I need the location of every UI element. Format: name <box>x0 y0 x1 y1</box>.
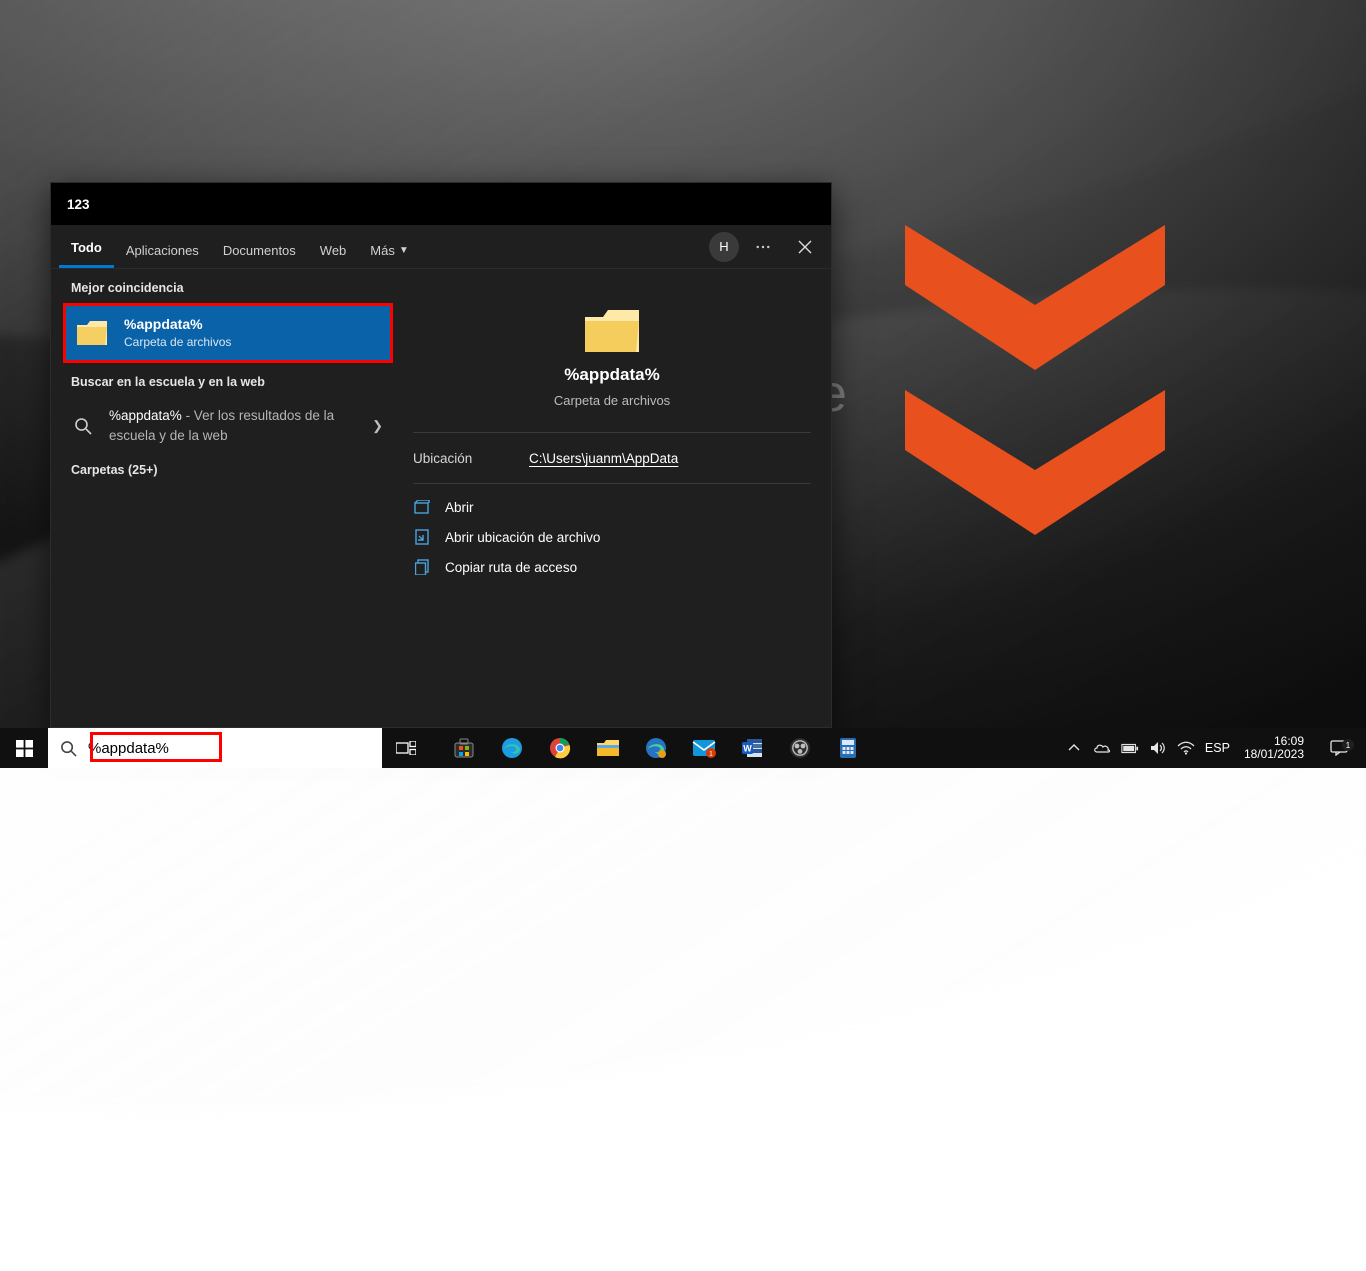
tab-label: Más <box>370 243 395 258</box>
chevron-down-icon: ▼ <box>399 245 409 256</box>
search-detail-pane: %appdata% Carpeta de archivos Ubicación … <box>393 269 831 727</box>
chevron-right-icon: ❯ <box>372 418 383 434</box>
divider <box>413 432 811 433</box>
result-text: %appdata% Carpeta de archivos <box>124 316 231 350</box>
folder-icon <box>581 305 643 357</box>
app-file-explorer[interactable] <box>584 728 632 768</box>
close-button[interactable] <box>787 229 823 265</box>
tab-apps[interactable]: Aplicaciones <box>114 233 211 268</box>
tab-label: Aplicaciones <box>126 243 199 258</box>
search-tabs-row: Todo Aplicaciones Documentos Web Más ▼ H <box>51 225 831 269</box>
app-calculator[interactable] <box>824 728 872 768</box>
app-chrome[interactable] <box>536 728 584 768</box>
taskbar-search-input[interactable] <box>88 728 382 768</box>
tray-overflow-button[interactable] <box>1065 739 1083 757</box>
tab-web[interactable]: Web <box>308 233 359 268</box>
action-open[interactable]: Abrir <box>413 492 811 522</box>
best-match-result[interactable]: %appdata% Carpeta de archivos <box>63 303 393 363</box>
app-mail[interactable]: 1 <box>680 728 728 768</box>
copy-icon <box>413 559 431 575</box>
clock[interactable]: 16:09 18/01/2023 <box>1240 735 1308 761</box>
wallpaper-chevron-icon <box>905 225 1165 375</box>
wallpaper-chevron-icon <box>905 390 1165 540</box>
search-icon <box>71 408 95 444</box>
taskbar-systray: ESP 16:09 18/01/2023 1 <box>1065 728 1366 768</box>
tab-more[interactable]: Más ▼ <box>358 233 420 268</box>
wifi-icon[interactable] <box>1177 739 1195 757</box>
taskbar-pinned-apps: 1 W <box>430 728 872 768</box>
search-header: 123 <box>51 183 831 225</box>
detail-location-row: Ubicación C:\Users\juanm\AppData <box>413 441 811 475</box>
svg-text:W: W <box>743 744 752 754</box>
tab-label: Documentos <box>223 243 296 258</box>
folders-label: Carpetas (25+) <box>63 455 393 485</box>
search-header-title: 123 <box>67 197 90 212</box>
location-label: Ubicación <box>413 451 529 466</box>
tab-documents[interactable]: Documentos <box>211 233 308 268</box>
open-icon <box>413 500 431 514</box>
detail-subtitle: Carpeta de archivos <box>554 393 670 408</box>
action-label: Copiar ruta de acceso <box>445 560 577 575</box>
app-edge[interactable] <box>488 728 536 768</box>
svg-text:1: 1 <box>709 751 713 758</box>
app-word[interactable]: W <box>728 728 776 768</box>
notification-badge: 1 <box>1342 739 1354 751</box>
detail-header: %appdata% Carpeta de archivos <box>413 287 811 424</box>
app-obs[interactable] <box>776 728 824 768</box>
web-search-label: Buscar en la escuela y en la web <box>63 363 393 397</box>
detail-title: %appdata% <box>564 365 659 385</box>
account-initial: H <box>719 239 728 254</box>
volume-icon[interactable] <box>1149 739 1167 757</box>
divider <box>413 483 811 484</box>
account-button[interactable]: H <box>709 232 739 262</box>
start-button[interactable] <box>0 728 48 768</box>
app-microsoft-store[interactable] <box>440 728 488 768</box>
search-body: Mejor coincidencia %appdata% Carpeta de … <box>51 269 831 727</box>
location-link[interactable]: C:\Users\juanm\AppData <box>529 451 678 466</box>
tab-label: Web <box>320 243 347 258</box>
language-indicator[interactable]: ESP <box>1205 741 1230 755</box>
taskbar: 1 W ESP 16:09 18/01/2023 1 <box>0 728 1366 768</box>
app-edge-dev[interactable] <box>632 728 680 768</box>
best-match-label: Mejor coincidencia <box>63 279 393 303</box>
task-view-button[interactable] <box>382 728 430 768</box>
more-options-button[interactable] <box>745 229 781 265</box>
systray-icons <box>1065 739 1195 757</box>
tab-all[interactable]: Todo <box>59 230 114 268</box>
folder-icon <box>74 315 110 351</box>
battery-icon[interactable] <box>1121 739 1139 757</box>
action-open-location[interactable]: Abrir ubicación de archivo <box>413 522 811 552</box>
web-result-text: %appdata% - Ver los resultados de la esc… <box>109 406 383 446</box>
action-label: Abrir ubicación de archivo <box>445 530 600 545</box>
search-tabs: Todo Aplicaciones Documentos Web Más ▼ <box>51 225 421 268</box>
onedrive-icon[interactable] <box>1093 739 1111 757</box>
search-results-pane: Mejor coincidencia %appdata% Carpeta de … <box>51 269 393 727</box>
result-text: %appdata% - Ver los resultados de la esc… <box>109 406 383 446</box>
web-term: %appdata% <box>109 408 182 423</box>
action-center-button[interactable]: 1 <box>1318 740 1360 756</box>
tab-label: Todo <box>71 240 102 255</box>
result-subtitle: Carpeta de archivos <box>124 335 231 350</box>
search-icon <box>48 740 88 757</box>
search-flyout: 123 Todo Aplicaciones Documentos Web Más… <box>50 182 832 728</box>
file-location-icon <box>413 529 431 545</box>
taskbar-search[interactable] <box>48 728 382 768</box>
search-header-actions: H <box>709 225 831 268</box>
web-search-result[interactable]: %appdata% - Ver los resultados de la esc… <box>63 397 393 455</box>
action-label: Abrir <box>445 500 474 515</box>
action-copy-path[interactable]: Copiar ruta de acceso <box>413 552 811 582</box>
result-title: %appdata% <box>124 316 231 334</box>
clock-date: 18/01/2023 <box>1244 748 1304 761</box>
